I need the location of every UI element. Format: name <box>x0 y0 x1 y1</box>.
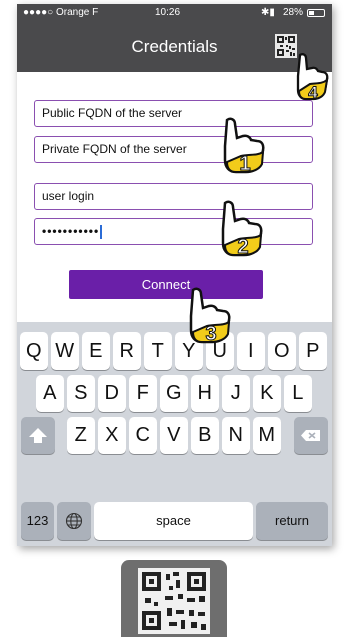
key-c[interactable]: C <box>129 417 157 454</box>
public-fqdn-field[interactable]: Public FQDN of the server <box>34 100 313 127</box>
hand-pointer-icon: 3 <box>189 287 231 344</box>
text-caret <box>100 224 102 239</box>
key-s[interactable]: S <box>67 375 95 412</box>
key-q[interactable]: Q <box>20 332 48 370</box>
key-k[interactable]: K <box>253 375 281 412</box>
hand-pointer-icon: 1 <box>223 117 265 174</box>
keyboard: QWERTYUIOP ASDFGHJKL ZXCVBNM 123 space r… <box>17 322 332 546</box>
user-login-field[interactable]: user login <box>34 183 313 210</box>
space-key[interactable]: space <box>94 502 253 540</box>
key-i[interactable]: I <box>237 332 265 370</box>
key-v[interactable]: V <box>160 417 188 454</box>
callout-4: 4 <box>308 83 318 102</box>
callout-1: 1 <box>239 153 250 174</box>
key-h[interactable]: H <box>191 375 219 412</box>
key-t[interactable]: T <box>144 332 172 370</box>
backspace-icon[interactable] <box>294 417 328 454</box>
key-z[interactable]: Z <box>67 417 95 454</box>
nav-bar: Credentials <box>17 21 332 72</box>
battery-icon <box>307 9 325 17</box>
key-p[interactable]: P <box>299 332 327 370</box>
numbers-key[interactable]: 123 <box>21 502 54 540</box>
bluetooth-icon: ✱▮ <box>261 7 275 18</box>
key-w[interactable]: W <box>51 332 79 370</box>
password-mask: ••••••••••• <box>42 224 100 238</box>
battery-percent: 28% <box>283 7 304 18</box>
clock: 10:26 <box>155 7 181 18</box>
globe-icon[interactable] <box>57 502 91 540</box>
callout-3: 3 <box>205 323 216 344</box>
credentials-form: Public FQDN of the server Private FQDN o… <box>17 72 332 322</box>
return-key[interactable]: return <box>256 502 328 540</box>
key-d[interactable]: D <box>98 375 126 412</box>
shift-icon[interactable] <box>21 417 55 454</box>
key-l[interactable]: L <box>284 375 312 412</box>
password-field[interactable]: ••••••••••• <box>34 218 313 245</box>
key-n[interactable]: N <box>222 417 250 454</box>
key-x[interactable]: X <box>98 417 126 454</box>
private-fqdn-field[interactable]: Private FQDN of the server <box>34 136 313 163</box>
key-f[interactable]: F <box>129 375 157 412</box>
carrier-label: ●●●●○ Orange F <box>23 7 99 18</box>
key-r[interactable]: R <box>113 332 141 370</box>
hand-pointer-icon: 4 <box>296 53 329 102</box>
hand-pointer-icon: 2 <box>221 200 263 257</box>
key-a[interactable]: A <box>36 375 64 412</box>
status-bar: ●●●●○ Orange F 10:26 ✱▮ 28% <box>17 4 332 21</box>
key-b[interactable]: B <box>191 417 219 454</box>
key-j[interactable]: J <box>222 375 250 412</box>
phone-screen: ●●●●○ Orange F 10:26 ✱▮ 28% Credentials … <box>17 4 332 546</box>
qr-code-icon[interactable] <box>121 560 227 637</box>
callout-2: 2 <box>237 236 248 257</box>
key-e[interactable]: E <box>82 332 110 370</box>
key-o[interactable]: O <box>268 332 296 370</box>
key-g[interactable]: G <box>160 375 188 412</box>
key-m[interactable]: M <box>253 417 281 454</box>
